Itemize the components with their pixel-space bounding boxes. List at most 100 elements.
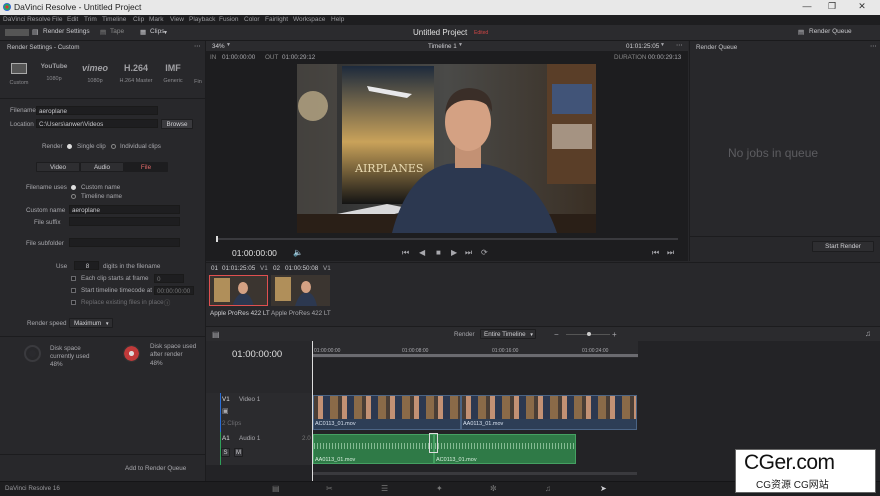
restore-icon[interactable]: ❐	[825, 1, 839, 13]
file-suffix-input[interactable]	[69, 217, 180, 226]
render-range-select[interactable]: Entire Timeline ▼	[480, 329, 536, 339]
video-preview[interactable]: AIRPLANES	[297, 64, 596, 233]
play-icon[interactable]: ▶	[451, 248, 457, 257]
play-reverse-icon[interactable]: ◀	[419, 248, 425, 257]
replace-checkbox[interactable]	[71, 300, 76, 305]
each-clip-checkbox[interactable]	[71, 276, 76, 281]
volume-icon[interactable]: 🔈	[293, 248, 303, 257]
render-queue-button[interactable]: Render Queue	[809, 28, 852, 35]
start-tc-input[interactable]: 00:00:00:00	[154, 286, 194, 295]
next-clip-icon[interactable]: ⏭	[667, 248, 674, 258]
clip-edit-handle[interactable]	[429, 433, 438, 453]
fairlight-page-icon[interactable]: ♫	[545, 484, 551, 493]
add-to-render-queue-button[interactable]: Add to Render Queue	[125, 465, 186, 472]
audio-clip-2[interactable]: AC0113_01.mov	[434, 434, 576, 464]
close-icon[interactable]: ✕	[855, 1, 869, 13]
custom-name-input[interactable]: aeroplane	[69, 205, 180, 214]
more-options-icon[interactable]: ⋯	[194, 43, 200, 50]
timeline-name-radio[interactable]	[71, 194, 76, 199]
menu-timeline[interactable]: Timeline	[102, 16, 126, 23]
timeline-scrollbar[interactable]	[313, 472, 637, 475]
menu-mark[interactable]: Mark	[149, 16, 163, 23]
timeline-view-icon[interactable]: ▤	[212, 330, 220, 339]
media-page-icon[interactable]: ▤	[272, 484, 280, 493]
menu-workspace[interactable]: Workspace	[293, 16, 325, 23]
timeline-selector[interactable]: Timeline 1	[428, 43, 457, 50]
browse-button[interactable]: Browse	[161, 119, 193, 129]
menu-help[interactable]: Help	[331, 16, 344, 23]
skip-back-icon[interactable]: ⏮	[402, 248, 409, 258]
more-options-icon[interactable]: ⋯	[676, 42, 682, 49]
menu-davinci[interactable]: DaVinci Resolve	[3, 16, 51, 23]
render-range-bar[interactable]	[312, 354, 638, 357]
tab-audio[interactable]: Audio	[80, 162, 124, 172]
location-input[interactable]: C:\Users\anwer\Videos	[36, 119, 158, 128]
solo-button[interactable]: S	[221, 448, 230, 457]
scrubber-playhead[interactable]	[216, 236, 218, 242]
chevron-down-icon[interactable]: ▼	[660, 42, 665, 48]
zoom-in-icon[interactable]: +	[612, 330, 617, 339]
menu-edit[interactable]: Edit	[67, 16, 78, 23]
chevron-down-icon[interactable]: ▼	[163, 30, 168, 36]
chevron-down-icon[interactable]: ▼	[458, 42, 463, 48]
preset-h264[interactable]: H.264 H.264 Master	[117, 63, 155, 84]
edit-page-icon[interactable]: ☰	[381, 484, 388, 493]
zoom-slider[interactable]	[566, 332, 610, 336]
menu-file[interactable]: File	[52, 16, 62, 23]
audio-clip-1[interactable]: AA0113_01.mov	[313, 434, 434, 464]
clip-thumbnail-1[interactable]	[209, 275, 268, 306]
preset-final-cut[interactable]: Fin	[191, 63, 205, 85]
viewer-scrubber[interactable]	[216, 236, 678, 242]
audio-meter-icon[interactable]: ♫	[865, 329, 871, 338]
mute-button[interactable]: M	[234, 448, 243, 457]
menu-fairlight[interactable]: Fairlight	[265, 16, 288, 23]
skip-forward-icon[interactable]: ⏭	[465, 248, 472, 258]
tab-file[interactable]: File	[124, 162, 168, 172]
minimize-icon[interactable]: —	[800, 1, 814, 13]
filename-input[interactable]: aeroplane	[36, 106, 158, 115]
track-v1-name[interactable]: Video 1	[239, 396, 260, 403]
menu-color[interactable]: Color	[244, 16, 260, 23]
menu-fusion[interactable]: Fusion	[219, 16, 239, 23]
render-settings-button[interactable]: Render Settings	[43, 28, 90, 35]
zoom-out-icon[interactable]: −	[554, 330, 559, 339]
menu-clip[interactable]: Clip	[133, 16, 144, 23]
video-clip-2[interactable]: AA0113_01.mov	[461, 395, 637, 430]
menu-trim[interactable]: Trim	[84, 16, 97, 23]
start-render-button[interactable]: Start Render	[812, 241, 874, 252]
panel-toggle-icon[interactable]	[5, 29, 29, 36]
file-subfolder-input[interactable]	[69, 238, 180, 247]
more-options-icon[interactable]: ⋯	[870, 43, 876, 50]
preset-custom[interactable]: Custom	[6, 63, 32, 86]
digits-input[interactable]: 8	[74, 261, 99, 270]
custom-name-radio[interactable]	[71, 185, 76, 190]
monitor-icon[interactable]: ▣	[222, 407, 229, 415]
preset-imf[interactable]: IMF Generic	[160, 63, 186, 84]
zoom-slider-handle[interactable]	[587, 332, 591, 336]
timeline-ruler[interactable]: 01:00:00:00 01:00:08:00 01:00:16:00 01:0…	[312, 341, 638, 358]
loop-icon[interactable]: ⟳	[481, 248, 488, 257]
individual-clips-radio[interactable]	[111, 144, 116, 149]
preset-youtube[interactable]: YouTube 1080p	[38, 63, 70, 82]
chevron-down-icon[interactable]: ▼	[226, 42, 231, 48]
menu-view[interactable]: View	[170, 16, 184, 23]
render-speed-select[interactable]: Maximum ▼	[69, 318, 113, 328]
menu-playback[interactable]: Playback	[189, 16, 215, 23]
deliver-page-icon[interactable]: ➤	[600, 484, 607, 493]
stop-icon[interactable]: ■	[436, 248, 441, 257]
clip-thumbnail-2[interactable]	[271, 275, 330, 306]
individual-clips-label: Individual clips	[120, 143, 161, 150]
track-a1-name[interactable]: Audio 1	[239, 435, 260, 442]
previous-clip-icon[interactable]: ⏮	[652, 248, 659, 258]
tab-video[interactable]: Video	[36, 162, 80, 172]
color-page-icon[interactable]: ✼	[490, 484, 497, 493]
single-clip-radio[interactable]	[67, 144, 72, 149]
preset-vimeo[interactable]: vimeo 1080p	[78, 63, 112, 84]
start-tc-checkbox[interactable]	[71, 288, 76, 293]
zoom-level[interactable]: 34%	[212, 43, 225, 50]
cut-page-icon[interactable]: ✂	[326, 484, 333, 493]
video-clip-1[interactable]: AC0113_01.mov	[313, 395, 461, 430]
each-clip-input[interactable]: 0	[154, 274, 184, 283]
fusion-page-icon[interactable]: ✦	[436, 484, 443, 493]
tape-button[interactable]: Tape	[110, 28, 124, 35]
